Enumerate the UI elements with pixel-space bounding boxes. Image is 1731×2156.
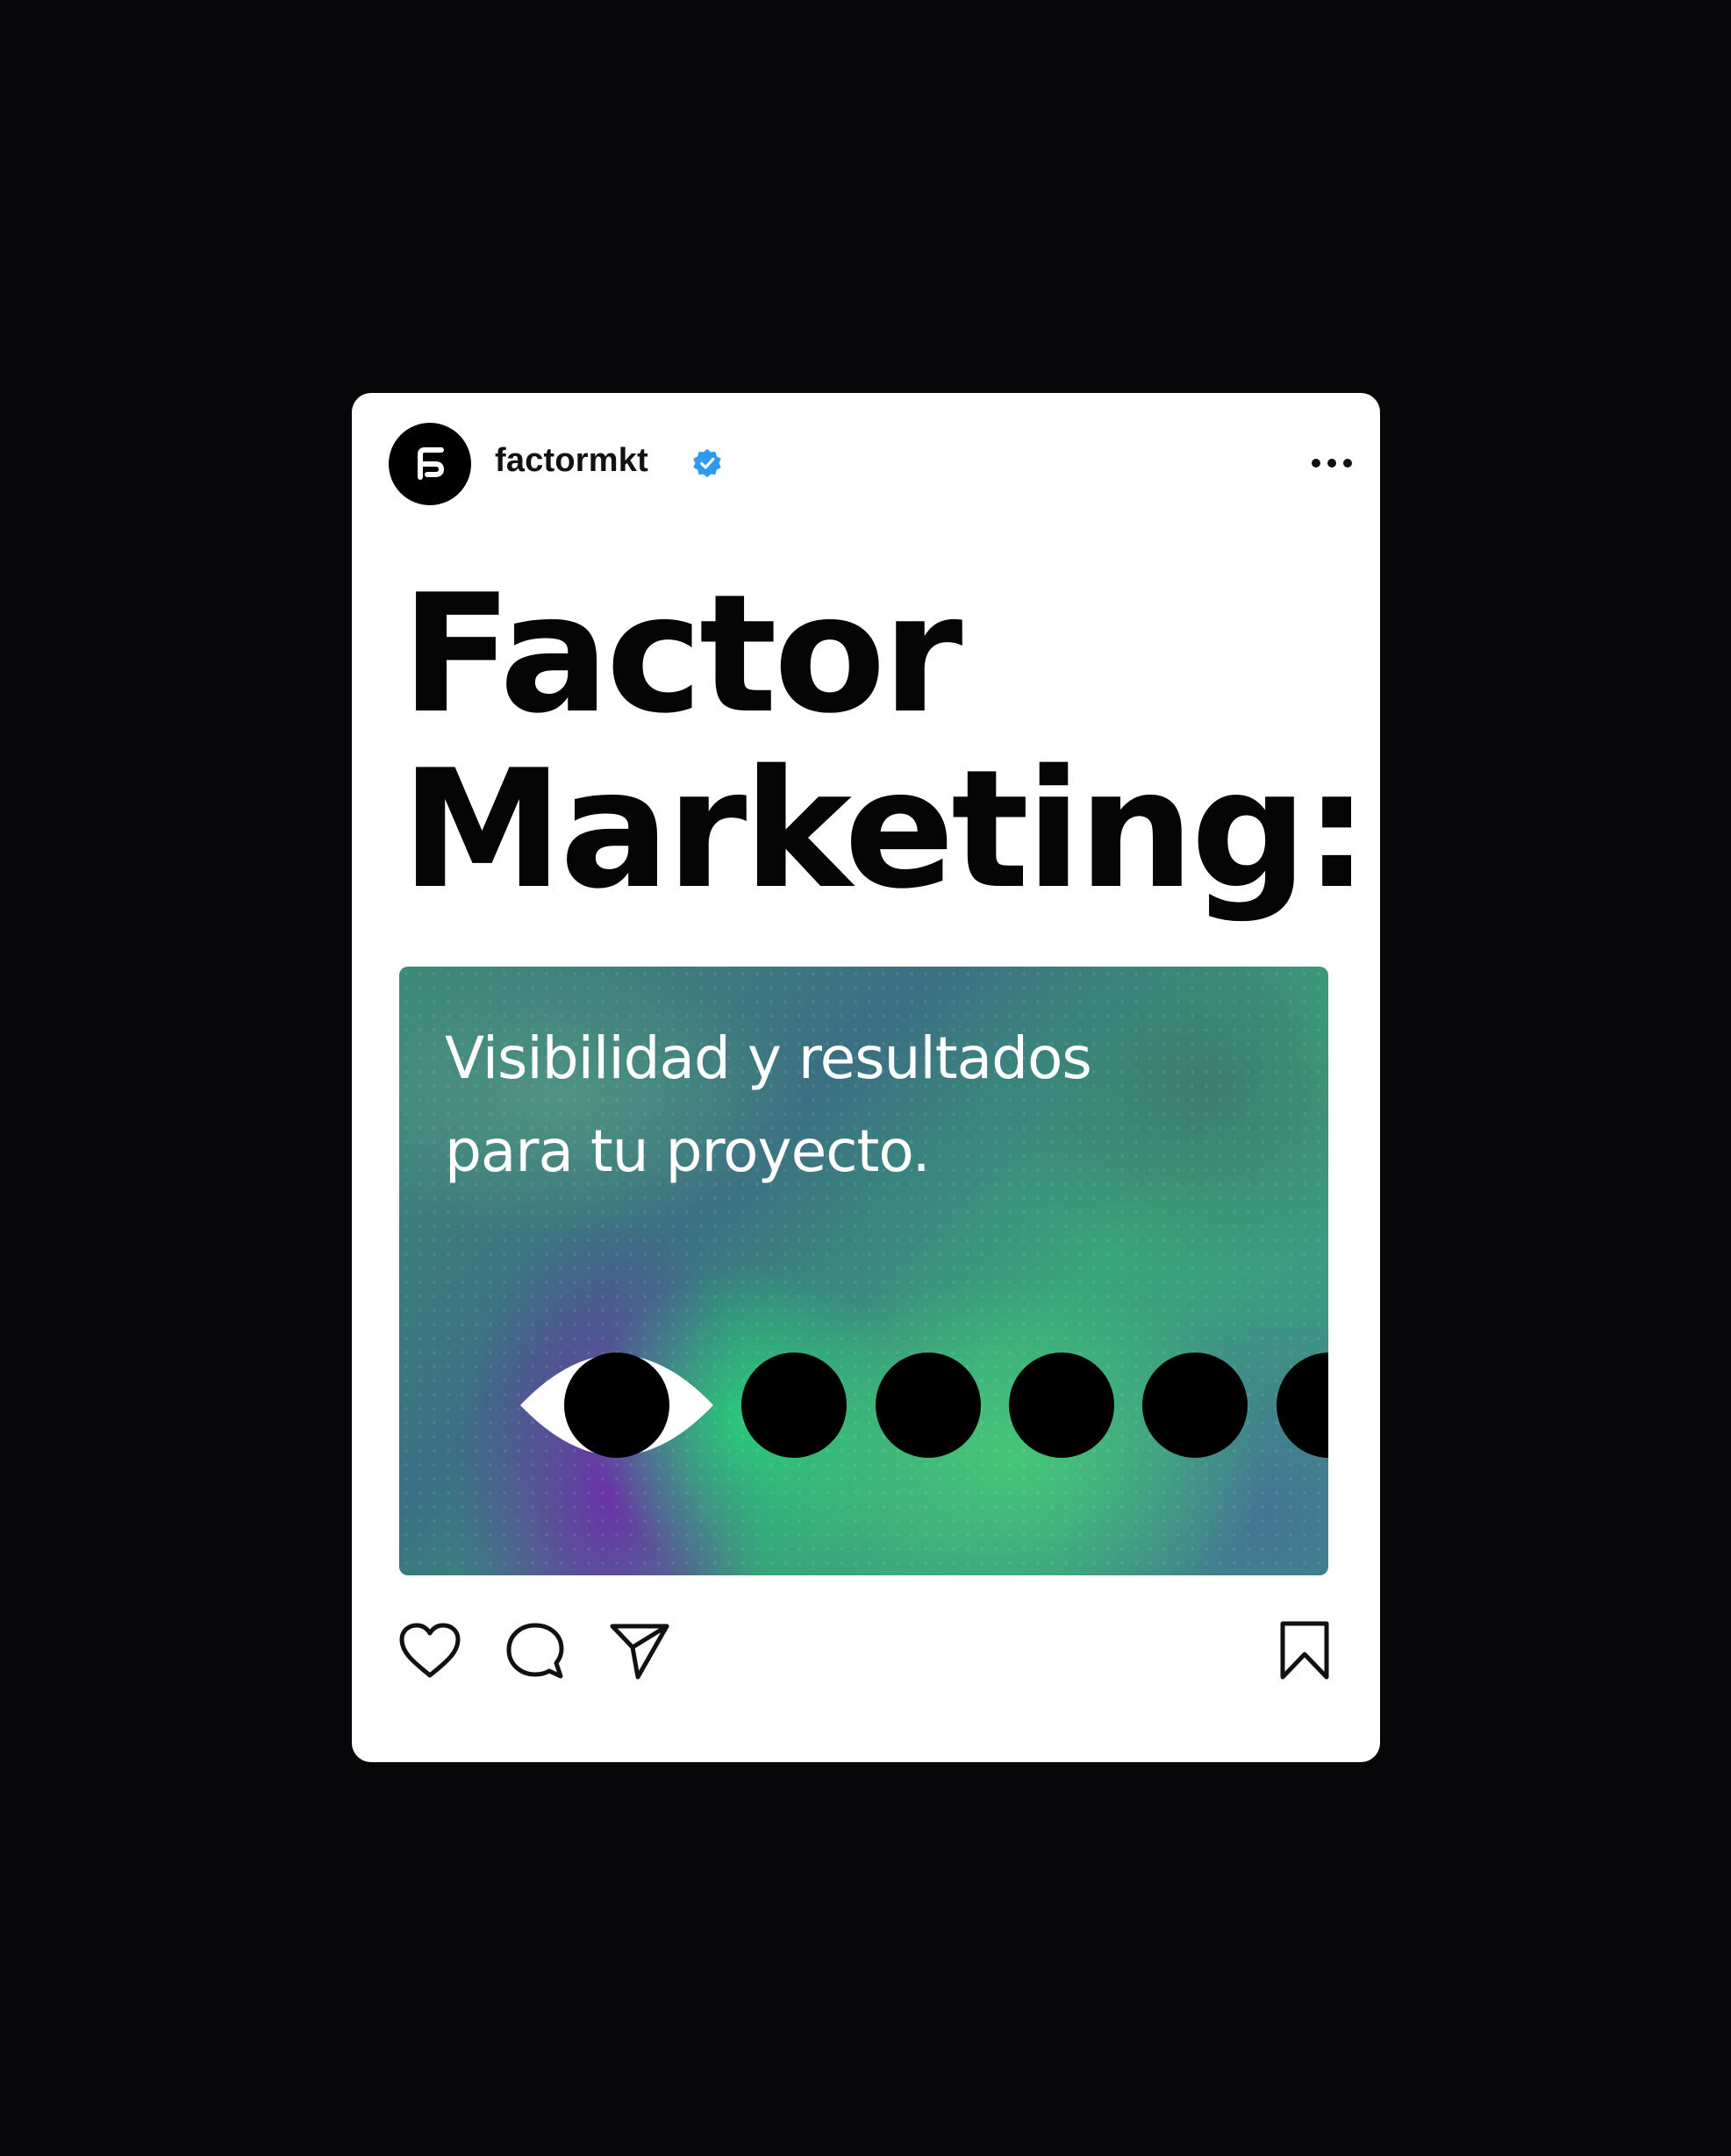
more-options-icon[interactable] [1308,446,1355,481]
action-bar [352,1621,1380,1726]
verified-badge-icon [693,448,721,478]
send-icon[interactable] [609,1621,670,1681]
headline-line-1: Factor [401,559,962,749]
dot-2 [876,1353,981,1458]
dot-1 [741,1353,847,1458]
headline-line-2: Marketing: [401,734,1370,925]
post-card: factormkt Factor Marketing: Visibilidad … [352,393,1380,1762]
post-headline: Factor Marketing: [401,559,1370,925]
factor-logo-icon [418,447,445,480]
dot-5 [1277,1353,1328,1458]
dot-3 [1009,1353,1114,1458]
heart-icon[interactable] [397,1621,462,1681]
dot-4 [1142,1353,1248,1458]
bookmark-icon[interactable] [1279,1621,1330,1681]
eye-graphic [520,1353,1328,1458]
post-header: factormkt [352,393,1380,533]
username[interactable]: factormkt [495,442,648,480]
post-image[interactable]: Visibilidad y resultados para tu proyect… [399,967,1328,1575]
eye-icon [520,1353,713,1458]
comment-icon[interactable] [505,1621,565,1681]
avatar[interactable] [389,423,471,505]
